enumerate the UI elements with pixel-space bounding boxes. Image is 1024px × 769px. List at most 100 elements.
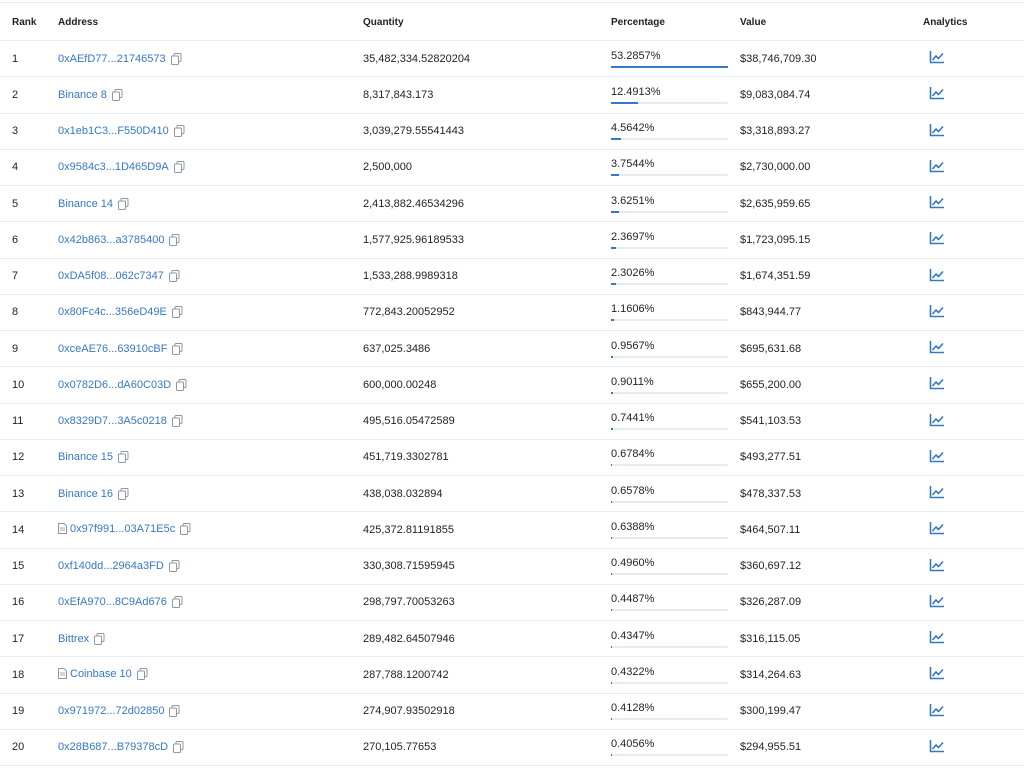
percentage-cell: 53.2857% [611, 40, 740, 78]
percentage-progress: 0.4347% [611, 630, 728, 648]
percentage-cell: 0.6388% [611, 511, 740, 549]
value-cell: $9,083,084.74 [740, 76, 923, 114]
address-cell: Binance 15 [58, 439, 363, 477]
copy-icon[interactable] [169, 705, 180, 718]
table-row: 4 0x9584c3...1D465D9A 2,500,000 3.7544% $2,7… [0, 149, 1024, 187]
copy-icon[interactable] [118, 197, 129, 210]
analytics-cell [923, 258, 1024, 295]
copy-icon[interactable] [173, 741, 184, 754]
chart-line-icon[interactable] [929, 485, 945, 499]
chart-line-icon[interactable] [929, 594, 945, 608]
chart-line-icon[interactable] [929, 159, 945, 173]
chart-line-icon[interactable] [929, 195, 945, 209]
chart-line-icon[interactable] [929, 376, 945, 390]
copy-icon[interactable] [136, 667, 148, 680]
copy-icon[interactable] [171, 596, 183, 609]
analytics-cell [923, 294, 1024, 332]
chart-line-icon[interactable] [929, 703, 945, 717]
address-link[interactable]: Binance 14 [58, 198, 113, 210]
table-header: Rank Address Quantity Percentage Value A… [0, 4, 1024, 41]
chart-line-icon[interactable] [929, 231, 945, 245]
copy-icon[interactable] [180, 522, 191, 535]
rank-cell: 7 [0, 258, 58, 295]
address-link[interactable]: 0x97f991...03A71E5c [70, 523, 175, 535]
address-link[interactable]: Coinbase 10 [70, 668, 132, 680]
value-cell: $1,674,351.59 [740, 258, 923, 295]
value-cell: $1,723,095.15 [740, 221, 923, 259]
percentage-bar-fill [611, 645, 613, 648]
chart-line-icon[interactable] [929, 449, 945, 463]
token-holders-table: Rank Address Quantity Percentage Value A… [0, 4, 1024, 767]
copy-icon[interactable] [176, 378, 187, 391]
address-link[interactable]: 0x42b863...a3785400 [58, 234, 164, 246]
address-link[interactable]: 0x8329D7...3A5c0218 [58, 415, 167, 427]
copy-icon[interactable] [94, 632, 105, 645]
chart-line-icon[interactable] [929, 739, 945, 753]
percentage-bar-fill [611, 101, 639, 104]
copy-icon[interactable] [118, 451, 129, 464]
percentage-progress: 12.4913% [611, 86, 728, 104]
address-link[interactable]: 0xAEfD77...21746573 [58, 53, 166, 65]
percentage-value: 0.4347% [611, 629, 655, 642]
address-link[interactable]: 0x28B687...B79378cD [58, 741, 168, 753]
copy-icon[interactable] [171, 415, 183, 428]
address-link[interactable]: Binance 16 [58, 488, 113, 500]
header-row: Rank Address Quantity Percentage Value A… [0, 4, 1024, 41]
copy-icon[interactable] [168, 560, 180, 573]
chart-line-icon[interactable] [929, 304, 945, 318]
copy-icon[interactable] [172, 342, 183, 355]
rank-cell: 10 [0, 366, 58, 404]
percentage-progress: 3.7544% [611, 158, 728, 177]
address-cell: 0xEfA970...8C9Ad676 [58, 584, 363, 622]
copy-icon[interactable] [168, 270, 180, 283]
rank-cell: 9 [0, 330, 58, 368]
percentage-bar-fill [611, 500, 613, 503]
address-link[interactable]: Binance 8 [58, 89, 107, 101]
chart-line-icon[interactable] [929, 268, 945, 282]
address-cell: Coinbase 10 [58, 656, 363, 694]
address-link[interactable]: 0xDA5f08...062c7347 [58, 270, 164, 282]
chart-line-icon[interactable] [929, 123, 945, 137]
address-link[interactable]: Bittrex [58, 633, 89, 645]
chart-line-icon[interactable] [929, 50, 945, 64]
copy-icon[interactable] [170, 52, 182, 65]
copy-icon[interactable] [111, 88, 123, 101]
address-link[interactable]: 0x80Fc4c...356eD49E [58, 306, 167, 318]
percentage-cell: 0.4487% [611, 584, 740, 622]
table-row: 8 0x80Fc4c...356eD49E 772,843.20052952 1.16… [0, 294, 1024, 332]
address-link[interactable]: 0xceAE76...63910cBF [58, 343, 167, 355]
address-link[interactable]: 0xf140dd...2964a3FD [58, 560, 164, 572]
chart-line-icon[interactable] [929, 666, 945, 680]
address-link[interactable]: 0x0782D6...dA60C03D [58, 379, 171, 391]
chart-line-icon[interactable] [929, 630, 945, 644]
percentage-bar-fill [611, 573, 613, 576]
percentage-bar-fill [611, 319, 614, 322]
percentage-cell: 0.6578% [611, 475, 740, 513]
chart-line-icon[interactable] [929, 340, 945, 354]
address-link[interactable]: 0x1eb1C3...F550D410 [58, 125, 169, 137]
chart-line-icon[interactable] [929, 521, 945, 535]
value-cell: $300,199.47 [740, 693, 923, 730]
address-link[interactable]: Binance 15 [58, 451, 113, 463]
copy-icon[interactable] [118, 487, 129, 500]
chart-line-icon[interactable] [929, 413, 945, 427]
percentage-bar-track [611, 536, 728, 539]
analytics-cell [923, 366, 1024, 404]
copy-icon[interactable] [171, 306, 183, 319]
copy-icon[interactable] [169, 233, 180, 246]
table-row: 5 Binance 14 2,413,882.46534296 3.6251% $2,6… [0, 185, 1024, 223]
copy-icon[interactable] [173, 125, 185, 138]
chart-line-icon[interactable] [929, 86, 945, 100]
address-link[interactable]: 0xEfA970...8C9Ad676 [58, 596, 167, 608]
table-row: 10 0x0782D6...dA60C03D 600,000.00248 0.9011… [0, 366, 1024, 404]
analytics-cell [923, 330, 1024, 368]
address-link[interactable]: 0x971972...72d02850 [58, 705, 164, 717]
quantity-cell: 8,317,843.173 [363, 76, 611, 114]
value-cell: $3,318,893.27 [740, 113, 923, 150]
percentage-cell: 0.4322% [611, 656, 740, 694]
chart-line-icon[interactable] [929, 558, 945, 572]
percentage-progress: 0.4128% [611, 702, 728, 721]
copy-icon[interactable] [173, 161, 185, 174]
value-cell: $360,697.12 [740, 548, 923, 585]
address-link[interactable]: 0x9584c3...1D465D9A [58, 161, 169, 173]
